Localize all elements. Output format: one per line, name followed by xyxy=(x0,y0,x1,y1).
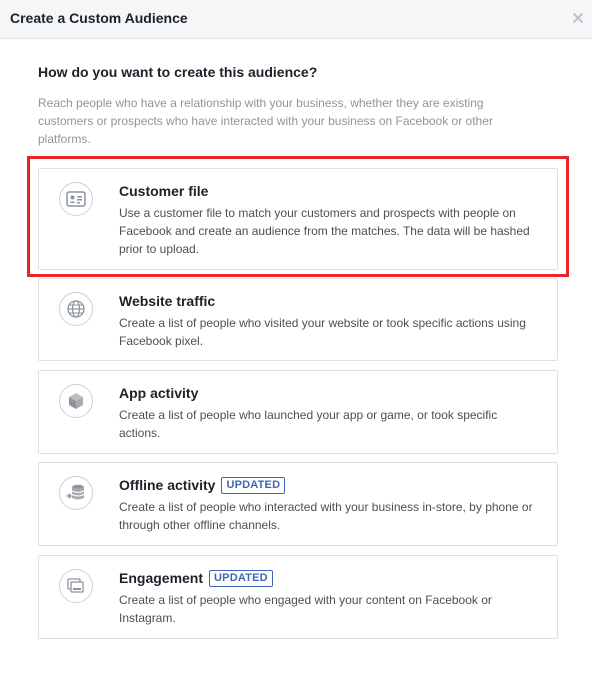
updated-badge: UPDATED xyxy=(221,476,286,494)
dialog-title: Create a Custom Audience xyxy=(10,10,188,26)
option-description: Create a list of people who visited your… xyxy=(119,316,526,348)
option-description: Use a customer file to match your custom… xyxy=(119,206,530,256)
offline-database-icon xyxy=(59,476,93,510)
option-title: Website traffic xyxy=(119,293,216,309)
custom-audience-dialog: Create a Custom Audience How do you want… xyxy=(0,0,592,676)
option-engagement[interactable]: Engagement UPDATED Create a list of peop… xyxy=(38,555,558,639)
option-title-row: App activity xyxy=(119,384,198,402)
option-title-row: Offline activity UPDATED xyxy=(119,476,286,494)
option-app-activity[interactable]: App activity Create a list of people who… xyxy=(38,370,558,454)
option-customer-file[interactable]: Customer file Use a customer file to mat… xyxy=(38,168,558,270)
question-heading: How do you want to create this audience? xyxy=(38,64,318,80)
cube-icon xyxy=(59,384,93,418)
option-offline-activity[interactable]: Offline activity UPDATED Create a list o… xyxy=(38,462,558,546)
option-description: Create a list of people who launched you… xyxy=(119,408,498,440)
dialog-content: How do you want to create this audience?… xyxy=(38,63,558,148)
intro-text: Reach people who have a relationship wit… xyxy=(38,96,493,146)
option-title: Offline activity xyxy=(119,477,216,493)
option-title-row: Engagement UPDATED xyxy=(119,569,273,587)
option-title: Engagement xyxy=(119,570,204,586)
option-description: Create a list of people who interacted w… xyxy=(119,500,533,532)
option-website-traffic[interactable]: Website traffic Create a list of people … xyxy=(38,278,558,361)
close-icon[interactable] xyxy=(571,11,585,25)
dialog-header: Create a Custom Audience xyxy=(0,0,592,39)
globe-icon xyxy=(59,292,93,326)
option-description: Create a list of people who engaged with… xyxy=(119,593,492,625)
engagement-cards-icon xyxy=(59,569,93,603)
option-title: Customer file xyxy=(119,183,209,199)
updated-badge: UPDATED xyxy=(209,569,273,587)
option-title-row: Website traffic xyxy=(119,292,215,310)
contact-card-icon xyxy=(59,182,93,216)
option-title: App activity xyxy=(119,385,199,401)
option-title-row: Customer file xyxy=(119,182,208,200)
